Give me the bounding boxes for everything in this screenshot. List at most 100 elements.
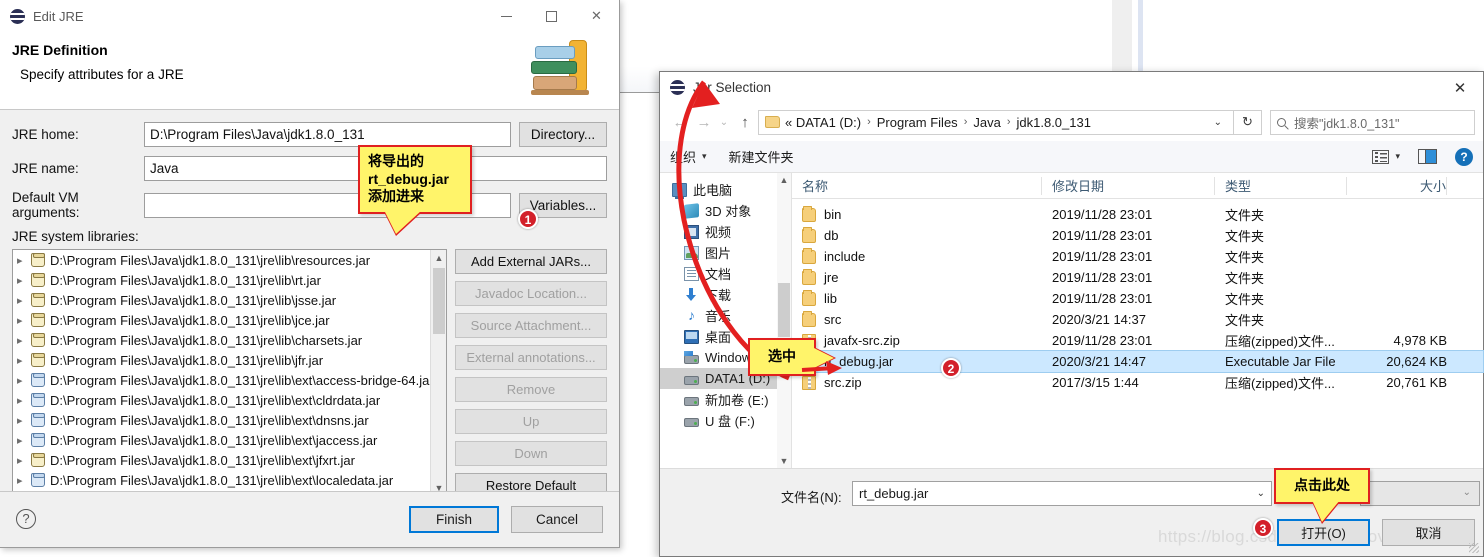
chevron-right-icon[interactable]: ▸ xyxy=(17,274,31,287)
column-header-type[interactable]: 类型 xyxy=(1215,176,1347,195)
maximize-button[interactable] xyxy=(529,0,574,32)
file-type-cell: 文件夹 xyxy=(1225,292,1265,307)
library-row[interactable]: ▸ D:\Program Files\Java\jdk1.8.0_131\jre\… xyxy=(13,370,446,390)
libraries-scrollbar[interactable]: ▲ ▼ xyxy=(430,250,446,496)
table-row[interactable]: rt_debug.jar2020/3/21 14:47Executable Ja… xyxy=(791,350,1484,373)
scroll-up-icon[interactable]: ▲ xyxy=(777,173,791,187)
history-dropdown-icon[interactable]: ⌄ xyxy=(716,117,732,128)
organize-button[interactable]: 组织 ▾ xyxy=(670,147,707,166)
library-row[interactable]: ▸ D:\Program Files\Java\jdk1.8.0_131\jre\… xyxy=(13,450,446,470)
folder-icon xyxy=(802,310,816,327)
chevron-right-icon[interactable]: ▸ xyxy=(17,354,31,367)
table-row[interactable]: jre 2019/11/28 23:01 文件夹 xyxy=(792,267,1483,288)
column-header-name[interactable]: 名称 xyxy=(792,176,1042,195)
sidebar-item-3D-对象[interactable]: 3D 对象 xyxy=(660,200,791,221)
cancel-button[interactable]: Cancel xyxy=(511,506,603,533)
chevron-right-icon[interactable]: ▸ xyxy=(17,374,31,387)
page-title: JRE Definition xyxy=(12,42,108,58)
sidebar-item-下载[interactable]: 下载 xyxy=(660,284,791,305)
chevron-right-icon[interactable]: ▸ xyxy=(17,454,31,467)
help-icon[interactable]: ? xyxy=(16,509,36,529)
library-row[interactable]: ▸ D:\Program Files\Java\jdk1.8.0_131\jre\… xyxy=(13,290,446,310)
jre-home-input[interactable]: D:\Program Files\Java\jdk1.8.0_131 xyxy=(144,122,511,147)
breadcrumb-item[interactable]: Program Files xyxy=(877,115,958,130)
new-folder-button[interactable]: 新建文件夹 xyxy=(729,147,794,166)
search-input[interactable]: 搜索"jdk1.8.0_131" xyxy=(1270,109,1475,135)
scroll-up-icon[interactable]: ▲ xyxy=(431,250,446,266)
side-button-add-external-jars[interactable]: Add External JARs... xyxy=(455,249,607,274)
finish-button[interactable]: Finish xyxy=(409,506,499,533)
directory-button[interactable]: Directory... xyxy=(519,122,607,147)
chevron-right-icon[interactable]: ▸ xyxy=(17,294,31,307)
library-row[interactable]: ▸ D:\Program Files\Java\jdk1.8.0_131\jre\… xyxy=(13,470,446,490)
chevron-right-icon[interactable]: ▸ xyxy=(17,254,31,267)
table-row[interactable]: lib 2019/11/28 23:01 文件夹 xyxy=(792,288,1483,309)
up-icon[interactable]: ↑ xyxy=(732,114,758,131)
table-row[interactable]: bin 2019/11/28 23:01 文件夹 xyxy=(792,204,1483,225)
file-type-cell: Executable Jar File xyxy=(1225,354,1336,369)
eclipse-icon xyxy=(10,8,25,24)
close-icon[interactable]: ✕ xyxy=(574,0,619,32)
callout2-text: 选中 xyxy=(768,348,796,364)
resize-grip[interactable] xyxy=(1469,543,1479,553)
view-options-button[interactable]: ▾ xyxy=(1372,149,1400,164)
breadcrumb[interactable]: « DATA1 (D:) › Program Files › Java › jdk1.8.0… xyxy=(758,109,1234,135)
column-header-date[interactable]: 修改日期 xyxy=(1042,176,1215,195)
filename-input[interactable]: rt_debug.jar ⌄ xyxy=(852,481,1272,506)
chevron-down-icon[interactable]: ⌄ xyxy=(1207,117,1229,128)
sidebar-scrollbar[interactable]: ▲ ▼ xyxy=(777,173,791,468)
table-row[interactable]: javafx-src.zip 2019/11/28 23:01 压缩(zipped)… xyxy=(792,330,1483,351)
cancel-button[interactable]: 取消 xyxy=(1382,519,1475,546)
annotation-callout-click-here: 点击此处 xyxy=(1274,468,1370,522)
column-header-size[interactable]: 大小 xyxy=(1347,176,1447,195)
callout1-line-1: 将导出的 xyxy=(368,153,424,169)
help-icon[interactable]: ? xyxy=(1455,147,1473,166)
chevron-right-icon[interactable]: ▸ xyxy=(17,474,31,487)
sidebar-item-U-盘-F-[interactable]: U 盘 (F:) xyxy=(660,410,791,431)
library-row[interactable]: ▸ D:\Program Files\Java\jdk1.8.0_131\jre\… xyxy=(13,430,446,450)
breadcrumb-item[interactable]: « DATA1 (D:) xyxy=(785,115,861,130)
table-row[interactable]: src.zip 2017/3/15 1:44 压缩(zipped)文件... 20,7… xyxy=(792,372,1483,393)
open-button[interactable]: 打开(O) xyxy=(1277,519,1370,546)
sidebar-item-音乐[interactable]: ♪ 音乐 xyxy=(660,305,791,326)
sidebar-item-新加卷-E-[interactable]: 新加卷 (E:) xyxy=(660,389,791,410)
library-row[interactable]: ▸ D:\Program Files\Java\jdk1.8.0_131\jre\… xyxy=(13,410,446,430)
library-row[interactable]: ▸ D:\Program Files\Java\jdk1.8.0_131\jre\… xyxy=(13,310,446,330)
library-row[interactable]: ▸ D:\Program Files\Java\jdk1.8.0_131\jre\… xyxy=(13,390,446,410)
scrollbar-thumb[interactable] xyxy=(778,283,790,337)
chevron-right-icon[interactable]: ▸ xyxy=(17,414,31,427)
scrollbar-thumb[interactable] xyxy=(433,268,445,334)
breadcrumb-item[interactable]: Java xyxy=(973,115,1000,130)
table-row[interactable]: src 2020/3/21 14:37 文件夹 xyxy=(792,309,1483,330)
close-icon[interactable]: ✕ xyxy=(1437,72,1483,103)
filetype-dropdown[interactable]: ⌄ xyxy=(1360,481,1480,506)
sidebar-item-图片[interactable]: 图片 xyxy=(660,242,791,263)
preview-pane-icon[interactable] xyxy=(1418,149,1437,164)
library-row[interactable]: ▸ D:\Program Files\Java\jdk1.8.0_131\jre\… xyxy=(13,350,446,370)
refresh-icon[interactable]: ↻ xyxy=(1234,109,1262,135)
library-row[interactable]: ▸ D:\Program Files\Java\jdk1.8.0_131\jre\… xyxy=(13,250,446,270)
back-icon[interactable]: ← xyxy=(668,114,692,131)
scroll-down-icon[interactable]: ▼ xyxy=(777,454,791,468)
table-row[interactable]: db 2019/11/28 23:01 文件夹 xyxy=(792,225,1483,246)
library-row[interactable]: ▸ D:\Program Files\Java\jdk1.8.0_131\jre\… xyxy=(13,330,446,350)
breadcrumb-item[interactable]: jdk1.8.0_131 xyxy=(1017,115,1091,130)
sidebar-item-文档[interactable]: 文档 xyxy=(660,263,791,284)
chevron-right-icon[interactable]: ▸ xyxy=(17,434,31,447)
jar-icon xyxy=(31,393,45,407)
file-size-cell: 20,624 KB xyxy=(1386,354,1447,369)
jre-system-libraries-list[interactable]: ▸ D:\Program Files\Java\jdk1.8.0_131\jre\… xyxy=(12,249,447,497)
chevron-right-icon[interactable]: ▸ xyxy=(17,394,31,407)
table-row[interactable]: include 2019/11/28 23:01 文件夹 xyxy=(792,246,1483,267)
library-row[interactable]: ▸ D:\Program Files\Java\jdk1.8.0_131\jre\… xyxy=(13,270,446,290)
callout-tail xyxy=(384,209,422,234)
chevron-right-icon[interactable]: ▸ xyxy=(17,314,31,327)
minimize-button[interactable] xyxy=(484,0,529,32)
sidebar-item-此电脑[interactable]: 此电脑 xyxy=(660,179,791,200)
folder-icon xyxy=(802,226,816,243)
chevron-right-icon[interactable]: ▸ xyxy=(17,334,31,347)
forward-icon[interactable]: → xyxy=(692,114,716,131)
jar-selection-titlebar: Jar Selection ✕ xyxy=(660,72,1483,103)
chevron-down-icon[interactable]: ⌄ xyxy=(1257,482,1265,505)
sidebar-item-视频[interactable]: 视频 xyxy=(660,221,791,242)
